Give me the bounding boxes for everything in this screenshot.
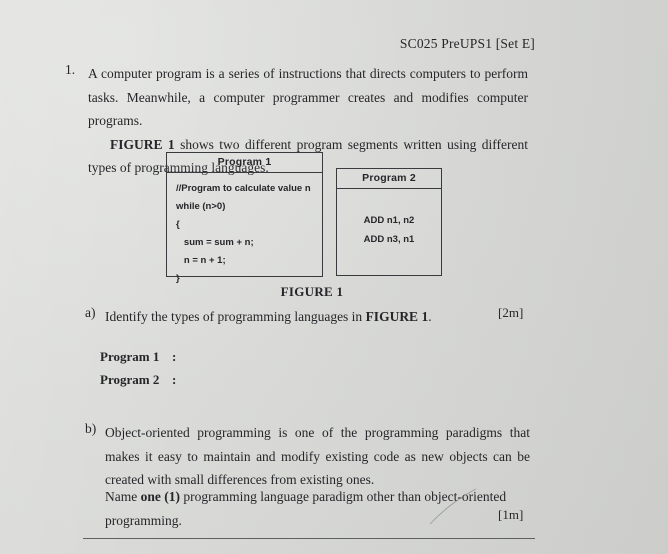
part-a-marks: [2m] (498, 305, 524, 320)
program-1-code-line: { (176, 219, 180, 230)
program-1-code-line: while (n>0) (176, 201, 226, 212)
part-b-label: b) (85, 421, 97, 436)
document-photo: SC025 PreUPS1 [Set E] 1. A computer prog… (0, 0, 668, 554)
answer-prompt-label: Program 1 (100, 349, 160, 364)
program-2-code-line: ADD n3, n1 (363, 234, 415, 245)
part-a-text-after: . (428, 309, 432, 324)
program-2-title: Program 2 (337, 169, 441, 189)
answer-prompt-row: Program 2 : (100, 368, 176, 391)
part-b-text: Object-oriented programming is one of th… (105, 425, 530, 487)
program-1-code-line: //Program to calculate value n (176, 183, 311, 194)
answer-prompt-label: Program 2 (100, 372, 160, 387)
part-a-label: a) (85, 305, 96, 320)
answer-rule-line[interactable] (83, 538, 535, 539)
page-content: SC025 PreUPS1 [Set E] 1. A computer prog… (0, 0, 668, 554)
program-1-code-line: sum = sum + n; (176, 237, 254, 248)
answer-prompt-row: Program 1 : (100, 345, 176, 368)
part-a-answer-prompts: Program 1 : Program 2 : (100, 345, 176, 391)
part-a-figure-reference: FIGURE 1 (365, 309, 429, 324)
part-a-text-before: Identify the types of programming langua… (105, 309, 366, 324)
program-1-box: Program 1 //Program to calculate value n… (166, 152, 323, 284)
part-b-name-emphasis: one (1) (140, 489, 180, 504)
answer-prompt-colon: : (172, 349, 177, 364)
program-1-code-line: n = n + 1; (176, 255, 226, 266)
program-2-code-line: ADD n1, n2 (363, 215, 415, 226)
part-b-instruction: Name one (1) programming language paradi… (105, 485, 535, 532)
answer-prompt-colon: : (172, 372, 177, 387)
figure-caption: FIGURE 1 (280, 284, 344, 299)
page-header: SC025 PreUPS1 [Set E] (399, 36, 535, 51)
part-a-text: Identify the types of programming langua… (105, 305, 435, 329)
program-2-box: Program 2 ADD n1, n2 ADD n3, n1 (336, 168, 442, 276)
program-2-code: ADD n1, n2 ADD n3, n1 (337, 189, 441, 255)
program-1-code: //Program to calculate value n while (n>… (167, 173, 322, 294)
question-number: 1. (65, 62, 76, 77)
part-b-marks: [1m] (498, 507, 524, 522)
figure-1: Program 1 //Program to calculate value n… (0, 150, 668, 300)
part-b-name-before: Name (105, 489, 141, 504)
program-1-title: Program 1 (167, 153, 322, 173)
stem-paragraph-1: A computer program is a series of instru… (88, 66, 528, 128)
